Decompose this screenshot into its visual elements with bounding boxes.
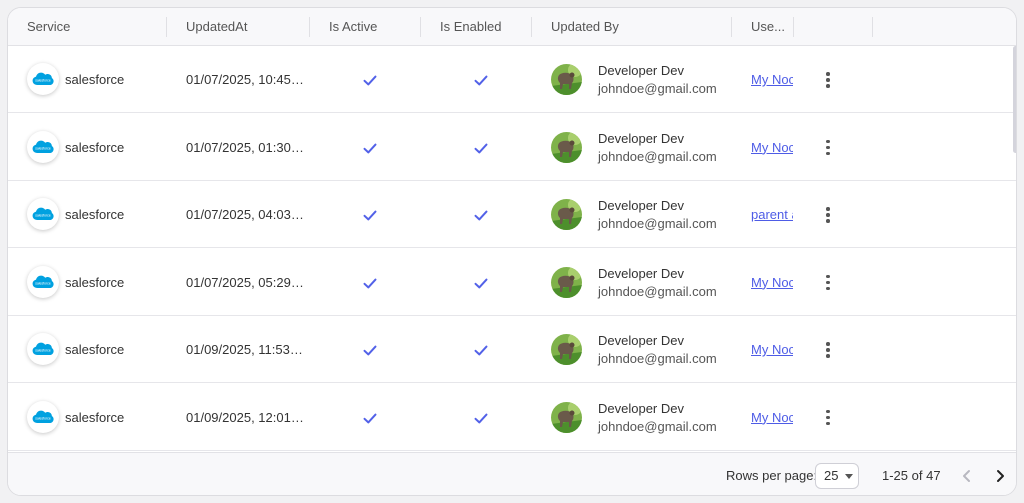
audit-table-card: Service UpdatedAt Is Active Is Enabled U… xyxy=(7,7,1017,496)
updated-at-value: 01/07/2025, 10:45 ... xyxy=(186,72,304,87)
svg-text:salesforce: salesforce xyxy=(35,78,51,82)
updated-by-name: Developer Dev xyxy=(598,130,684,146)
pagination-bar: Rows per page: 25 1-25 of 47 xyxy=(8,452,1016,495)
updated-at-value: 01/07/2025, 05:29 ... xyxy=(186,274,304,290)
salesforce-logo-icon: salesforce xyxy=(27,333,59,365)
salesforce-logo-icon: salesforce xyxy=(27,400,59,433)
service-name: salesforce xyxy=(65,139,125,155)
check-icon xyxy=(474,411,488,429)
column-header-updated-at[interactable]: UpdatedAt xyxy=(186,8,247,46)
pagination-range: 1-25 of 47 xyxy=(882,468,941,483)
usage-link[interactable]: My Noc xyxy=(751,384,793,451)
svg-text:salesforce: salesforce xyxy=(35,146,51,150)
avatar xyxy=(551,334,582,365)
check-icon xyxy=(363,343,377,361)
table-header: Service UpdatedAt Is Active Is Enabled U… xyxy=(8,8,1016,46)
check-icon xyxy=(474,141,488,159)
more-vertical-icon[interactable] xyxy=(820,340,836,360)
updated-by-name: Developer Dev xyxy=(598,265,684,281)
table-body: salesforce salesforce 01/07/2025, 10:45 ..… xyxy=(8,46,1016,452)
more-vertical-icon[interactable] xyxy=(820,408,836,428)
updated-by-name: Developer Dev xyxy=(598,63,684,78)
column-divider[interactable] xyxy=(872,17,873,37)
next-page-button[interactable] xyxy=(991,467,1009,485)
avatar xyxy=(551,266,582,298)
column-divider[interactable] xyxy=(531,17,532,37)
updated-at-value: 01/07/2025, 04:03 ... xyxy=(186,207,304,222)
updated-by-name: Developer Dev xyxy=(598,333,684,348)
column-divider[interactable] xyxy=(166,17,167,37)
previous-page-button[interactable] xyxy=(958,467,976,485)
usage-link[interactable]: My Noc xyxy=(751,46,793,113)
column-divider[interactable] xyxy=(793,17,794,37)
check-icon xyxy=(474,73,488,91)
rows-per-page-select[interactable]: 25 xyxy=(815,463,859,489)
check-icon xyxy=(363,411,377,429)
table-row[interactable]: salesforce salesforce 01/07/2025, 10:45 ..… xyxy=(8,46,1016,113)
updated-by-email: johndoe@gmail.com xyxy=(598,351,717,366)
check-icon xyxy=(474,208,488,226)
table-row[interactable]: salesforce salesforce 01/07/2025, 05:29 ..… xyxy=(8,249,1016,316)
column-header-is-enabled[interactable]: Is Enabled xyxy=(440,8,501,46)
table-row[interactable]: salesforce salesforce 01/09/2025, 12:01 P.… xyxy=(8,384,1016,451)
column-header-service[interactable]: Service xyxy=(27,8,70,46)
salesforce-logo-icon: salesforce xyxy=(27,265,59,298)
more-vertical-icon[interactable] xyxy=(820,273,836,293)
service-name: salesforce xyxy=(65,342,125,357)
table-row[interactable]: salesforce salesforce 01/07/2025, 01:30 ..… xyxy=(8,114,1016,181)
table-row[interactable]: salesforce salesforce 01/07/2025, 04:03 ..… xyxy=(8,181,1016,248)
column-header-is-active[interactable]: Is Active xyxy=(329,8,377,46)
table-row[interactable]: salesforce salesforce 01/09/2025, 11:53 A.… xyxy=(8,316,1016,383)
check-icon xyxy=(474,343,488,361)
service-name: salesforce xyxy=(65,72,125,87)
check-icon xyxy=(363,276,377,294)
more-vertical-icon[interactable] xyxy=(820,138,836,158)
updated-by-name: Developer Dev xyxy=(598,198,684,213)
updated-at-value: 01/09/2025, 12:01 P... xyxy=(186,409,304,425)
check-icon xyxy=(363,73,377,91)
scrollbar-thumb[interactable] xyxy=(1013,46,1016,153)
check-icon xyxy=(363,208,377,226)
usage-link[interactable]: My Noc xyxy=(751,249,793,316)
column-divider[interactable] xyxy=(731,17,732,37)
svg-text:salesforce: salesforce xyxy=(35,281,51,285)
usage-link[interactable]: My Noc xyxy=(751,316,793,383)
updated-by-name: Developer Dev xyxy=(598,400,684,416)
updated-at-value: 01/07/2025, 01:30 ... xyxy=(186,139,304,155)
chevron-left-icon xyxy=(963,470,970,482)
rows-per-page-label: Rows per page: xyxy=(726,468,818,483)
svg-text:salesforce: salesforce xyxy=(35,348,51,352)
salesforce-logo-icon: salesforce xyxy=(27,198,59,230)
salesforce-logo-icon: salesforce xyxy=(27,63,59,95)
avatar xyxy=(551,199,582,230)
updated-by-email: johndoe@gmail.com xyxy=(598,81,717,96)
avatar xyxy=(551,64,582,95)
service-name: salesforce xyxy=(65,207,125,222)
more-vertical-icon[interactable] xyxy=(820,205,836,225)
svg-text:salesforce: salesforce xyxy=(35,213,51,217)
column-divider[interactable] xyxy=(309,17,310,37)
column-header-updated-by[interactable]: Updated By xyxy=(551,8,619,46)
usage-link[interactable]: My Noc xyxy=(751,114,793,181)
more-vertical-icon[interactable] xyxy=(820,70,836,90)
column-header-use[interactable]: Use... xyxy=(751,8,785,46)
chevron-right-icon xyxy=(997,470,1004,482)
updated-by-email: johndoe@gmail.com xyxy=(598,283,717,299)
updated-by-email: johndoe@gmail.com xyxy=(598,148,717,164)
salesforce-logo-icon: salesforce xyxy=(27,130,59,163)
updated-at-value: 01/09/2025, 11:53 A... xyxy=(186,342,304,357)
rows-per-page-value: 25 xyxy=(824,468,839,483)
updated-by-email: johndoe@gmail.com xyxy=(598,216,717,231)
avatar xyxy=(551,131,582,163)
service-name: salesforce xyxy=(65,409,125,425)
caret-down-icon xyxy=(845,474,853,479)
avatar xyxy=(551,401,582,433)
check-icon xyxy=(363,141,377,159)
updated-by-email: johndoe@gmail.com xyxy=(598,418,717,434)
usage-link[interactable]: parent a xyxy=(751,181,793,248)
check-icon xyxy=(474,276,488,294)
column-divider[interactable] xyxy=(420,17,421,37)
svg-text:salesforce: salesforce xyxy=(35,416,51,420)
service-name: salesforce xyxy=(65,274,125,290)
